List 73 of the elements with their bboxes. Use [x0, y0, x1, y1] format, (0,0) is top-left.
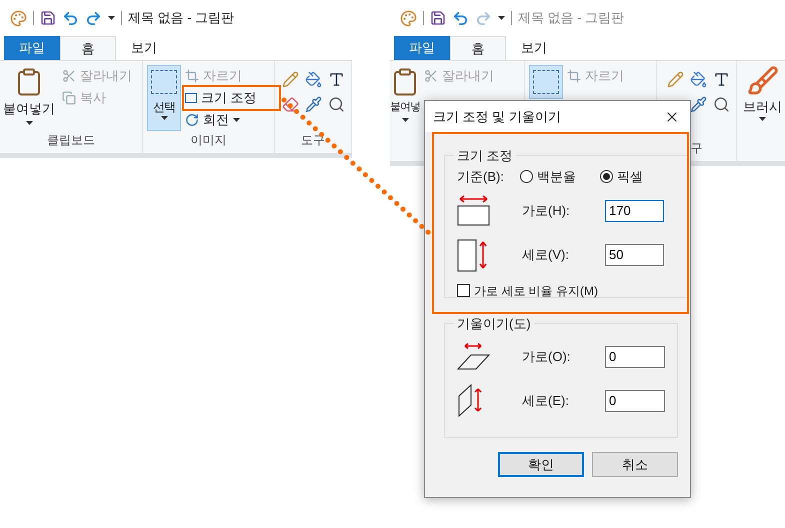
save-icon[interactable] [40, 10, 56, 26]
ribbon-tab[interactable]: 홈 [60, 36, 116, 60]
window-title: 제목 없음 - 그림판 [518, 9, 624, 28]
caret-icon [402, 118, 408, 122]
number-field[interactable]: 0 [605, 390, 665, 412]
horizontal-skew-icon [457, 342, 491, 370]
select-button[interactable] [529, 65, 563, 99]
ribbon-command[interactable]: 회전 [203, 110, 229, 130]
paint-app-icon [10, 10, 27, 26]
undo-icon[interactable] [452, 10, 469, 26]
number-field[interactable]: 170 [605, 200, 664, 222]
color-picker-icon[interactable] [690, 96, 707, 113]
magnifier-icon[interactable] [328, 96, 345, 113]
field-label: 가로(O): [522, 348, 572, 366]
save-icon[interactable] [430, 10, 446, 26]
group-label: 클립보드 [46, 132, 96, 149]
file-tab[interactable]: 파일 [394, 36, 450, 60]
paint-app-icon [400, 10, 417, 26]
brush-label[interactable]: 브러시 [743, 97, 782, 116]
crop-icon[interactable] [185, 69, 199, 83]
field-label: 세로(V): [522, 246, 570, 264]
ribbon-tab[interactable]: 홈 [450, 36, 506, 60]
basis-label: 기준(B): [457, 168, 505, 186]
caret-icon [498, 16, 505, 20]
caret-icon [160, 116, 168, 120]
paste-label[interactable]: 붙여넣기 [3, 99, 55, 118]
group-legend: 기울이기(도) [454, 314, 534, 334]
caret-icon [26, 120, 32, 124]
magnifier-icon[interactable] [713, 96, 730, 113]
dialog-button[interactable]: 취소 [592, 452, 678, 477]
caret-icon [759, 116, 766, 120]
eraser-icon[interactable] [282, 96, 299, 113]
ribbon-command[interactable]: 크기 조정 [201, 88, 257, 108]
crop-icon[interactable] [567, 69, 581, 83]
copy-icon[interactable] [62, 91, 76, 105]
keep-ratio-checkbox[interactable]: 가로 세로 비율 유지(M) [457, 282, 680, 300]
text-icon[interactable] [328, 71, 345, 88]
resize-icon[interactable] [185, 93, 197, 103]
scissors-icon[interactable] [424, 69, 438, 83]
brush-icon[interactable] [746, 65, 778, 97]
dialog-title: 크기 조정 및 기울이기 [433, 108, 561, 126]
ribbon-tab[interactable]: 보기 [116, 36, 172, 60]
number-field[interactable]: 0 [605, 346, 665, 368]
ribbon-tab[interactable]: 보기 [506, 36, 562, 60]
selection-icon [533, 70, 559, 94]
group-label: 이미지 [190, 132, 228, 149]
horizontal-size-icon [457, 194, 491, 226]
radio-option[interactable]: 픽셀 [600, 166, 680, 186]
window-title: 제목 없음 - 그림판 [128, 9, 234, 28]
vertical-size-icon [457, 236, 489, 272]
color-picker-icon[interactable] [305, 96, 322, 113]
scissors-icon[interactable] [62, 69, 76, 83]
caret-icon [108, 16, 115, 20]
field-label: 세로(E): [522, 392, 570, 410]
text-icon[interactable] [713, 71, 730, 88]
pencil-icon[interactable] [667, 71, 684, 88]
field-label: 가로(H): [522, 202, 571, 220]
paste-label[interactable]: 붙여넣 [390, 99, 420, 116]
number-field[interactable]: 50 [605, 244, 664, 266]
file-tab[interactable]: 파일 [4, 36, 60, 60]
group-legend: 크기 조정 [454, 146, 516, 166]
undo-icon[interactable] [62, 10, 79, 26]
dialog-button[interactable]: 확인 [498, 452, 584, 477]
rotate-icon[interactable] [185, 113, 199, 127]
caret-icon [233, 118, 240, 122]
redo-icon[interactable] [85, 10, 102, 26]
selection-icon [151, 70, 177, 94]
paint-bucket-icon[interactable] [305, 71, 322, 88]
pencil-icon[interactable] [282, 71, 299, 88]
radio-option[interactable]: 백분율 [520, 166, 600, 186]
paint-bucket-icon[interactable] [690, 71, 707, 88]
select-button[interactable]: 선택 [147, 65, 181, 131]
group-label: 구 [690, 140, 704, 157]
